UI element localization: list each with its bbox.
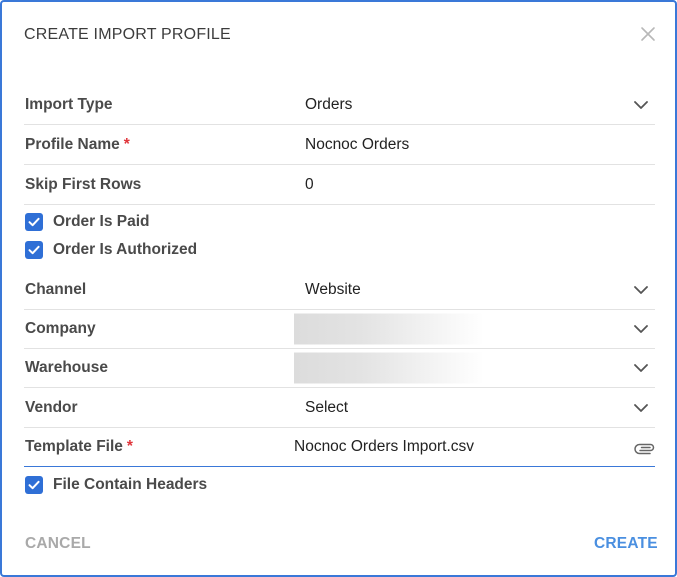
company-value-redacted	[294, 313, 484, 344]
order-is-authorized-checkbox[interactable]	[25, 241, 43, 259]
warehouse-field[interactable]: Warehouse	[24, 348, 655, 388]
profile-name-label: Profile Name *	[25, 135, 130, 153]
skip-first-rows-input[interactable]: 0	[305, 176, 314, 194]
chevron-down-icon[interactable]	[632, 281, 650, 299]
order-is-paid-checkbox[interactable]	[25, 213, 43, 231]
vendor-field[interactable]: Vendor Select	[24, 388, 655, 428]
order-is-paid-label: Order Is Paid	[53, 213, 150, 230]
skip-first-rows-label: Skip First Rows	[25, 175, 142, 193]
check-icon	[28, 245, 40, 255]
chevron-down-icon[interactable]	[632, 399, 650, 417]
template-file-value: Nocnoc Orders Import.csv	[294, 437, 475, 455]
check-icon	[28, 480, 40, 490]
import-type-field[interactable]: Import Type Orders	[24, 85, 655, 125]
order-is-paid-checkbox-row[interactable]: Order Is Paid	[24, 210, 424, 234]
company-field[interactable]: Company	[24, 309, 655, 349]
file-contain-headers-label: File Contain Headers	[53, 476, 208, 493]
company-label: Company	[25, 319, 96, 337]
paperclip-icon[interactable]	[633, 439, 657, 455]
warehouse-value-redacted	[294, 352, 484, 383]
profile-name-input[interactable]: Nocnoc Orders	[305, 136, 409, 154]
template-file-field[interactable]: Template File * Nocnoc Orders Import.csv	[24, 427, 655, 467]
vendor-value: Select	[305, 398, 349, 416]
order-is-authorized-checkbox-row[interactable]: Order Is Authorized	[24, 238, 424, 262]
file-contain-headers-checkbox[interactable]	[25, 476, 43, 494]
channel-value: Website	[305, 280, 361, 298]
chevron-down-icon[interactable]	[632, 359, 650, 377]
required-marker: *	[126, 437, 133, 455]
file-contain-headers-checkbox-row[interactable]: File Contain Headers	[24, 473, 424, 497]
channel-label: Channel	[25, 280, 87, 298]
vendor-label: Vendor	[25, 398, 78, 416]
create-button[interactable]: CREATE	[594, 535, 658, 553]
required-marker: *	[123, 135, 130, 153]
dialog-title: CREATE IMPORT PROFILE	[24, 26, 231, 43]
order-is-authorized-label: Order Is Authorized	[53, 241, 198, 258]
close-button[interactable]	[638, 24, 658, 44]
channel-field[interactable]: Channel Website	[24, 270, 655, 310]
close-icon	[641, 27, 655, 41]
profile-name-field[interactable]: Profile Name * Nocnoc Orders	[24, 125, 655, 165]
cancel-button[interactable]: CANCEL	[25, 535, 91, 553]
import-type-label: Import Type	[25, 95, 113, 113]
skip-first-rows-field[interactable]: Skip First Rows 0	[24, 165, 655, 205]
chevron-down-icon[interactable]	[632, 320, 650, 338]
template-file-label: Template File *	[25, 437, 133, 455]
chevron-down-icon[interactable]	[632, 96, 650, 114]
create-import-profile-dialog: CREATE IMPORT PROFILE Import Type Orders…	[0, 0, 677, 577]
import-type-value: Orders	[305, 95, 353, 113]
warehouse-label: Warehouse	[25, 358, 108, 376]
check-icon	[28, 217, 40, 227]
